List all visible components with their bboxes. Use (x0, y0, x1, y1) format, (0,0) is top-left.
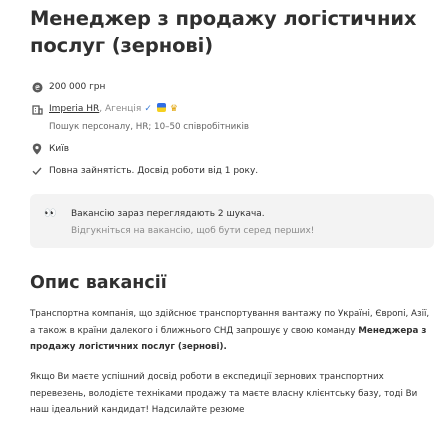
employment-value: Повна зайнятість. Досвід роботи від 1 ро… (49, 166, 259, 176)
description-paragraph-2: Якщо Ви маєте успішний досвід роботи в е… (30, 372, 418, 415)
job-title: Менеджер з продажу логістичних послуг (з… (30, 7, 417, 57)
ukraine-flag-icon (156, 103, 166, 112)
building-icon (30, 102, 44, 116)
salary-row: ₴ 200 000 грн (30, 80, 105, 94)
check-icon (30, 164, 44, 178)
city-row: Київ (30, 142, 69, 156)
description-paragraph-1: Транспортна компанія, що здійснює трансп… (30, 306, 434, 356)
location-pin-icon (30, 142, 44, 156)
crown-icon: ♛ (169, 104, 178, 114)
employment-row: Повна зайнятість. Досвід роботи від 1 ро… (30, 164, 258, 178)
viewers-notice: 👀 Вакансію зараз переглядають 2 шукача. … (30, 194, 434, 248)
city-value: Київ (49, 144, 70, 154)
viewers-title: Вакансію зараз переглядають 2 шукача. (71, 209, 265, 219)
company-type: , Агенція (99, 104, 142, 114)
viewers-subtitle: Відгукніться на вакансію, щоб бути серед… (71, 226, 315, 236)
verified-icon: ✓ (144, 104, 152, 114)
eyes-icon: 👀 (44, 208, 57, 219)
company-row: Imperia HR, Агенція ✓ ♛ (30, 102, 178, 116)
salary-value: 200 000 грн (49, 82, 106, 92)
company-description: Пошук персоналу, HR; 10–50 співробітникі… (49, 122, 250, 132)
description-heading: Опис вакансії (30, 273, 167, 293)
company-link[interactable]: Imperia HR (49, 104, 99, 114)
svg-text:₴: ₴ (34, 84, 40, 92)
coin-icon: ₴ (30, 80, 44, 94)
